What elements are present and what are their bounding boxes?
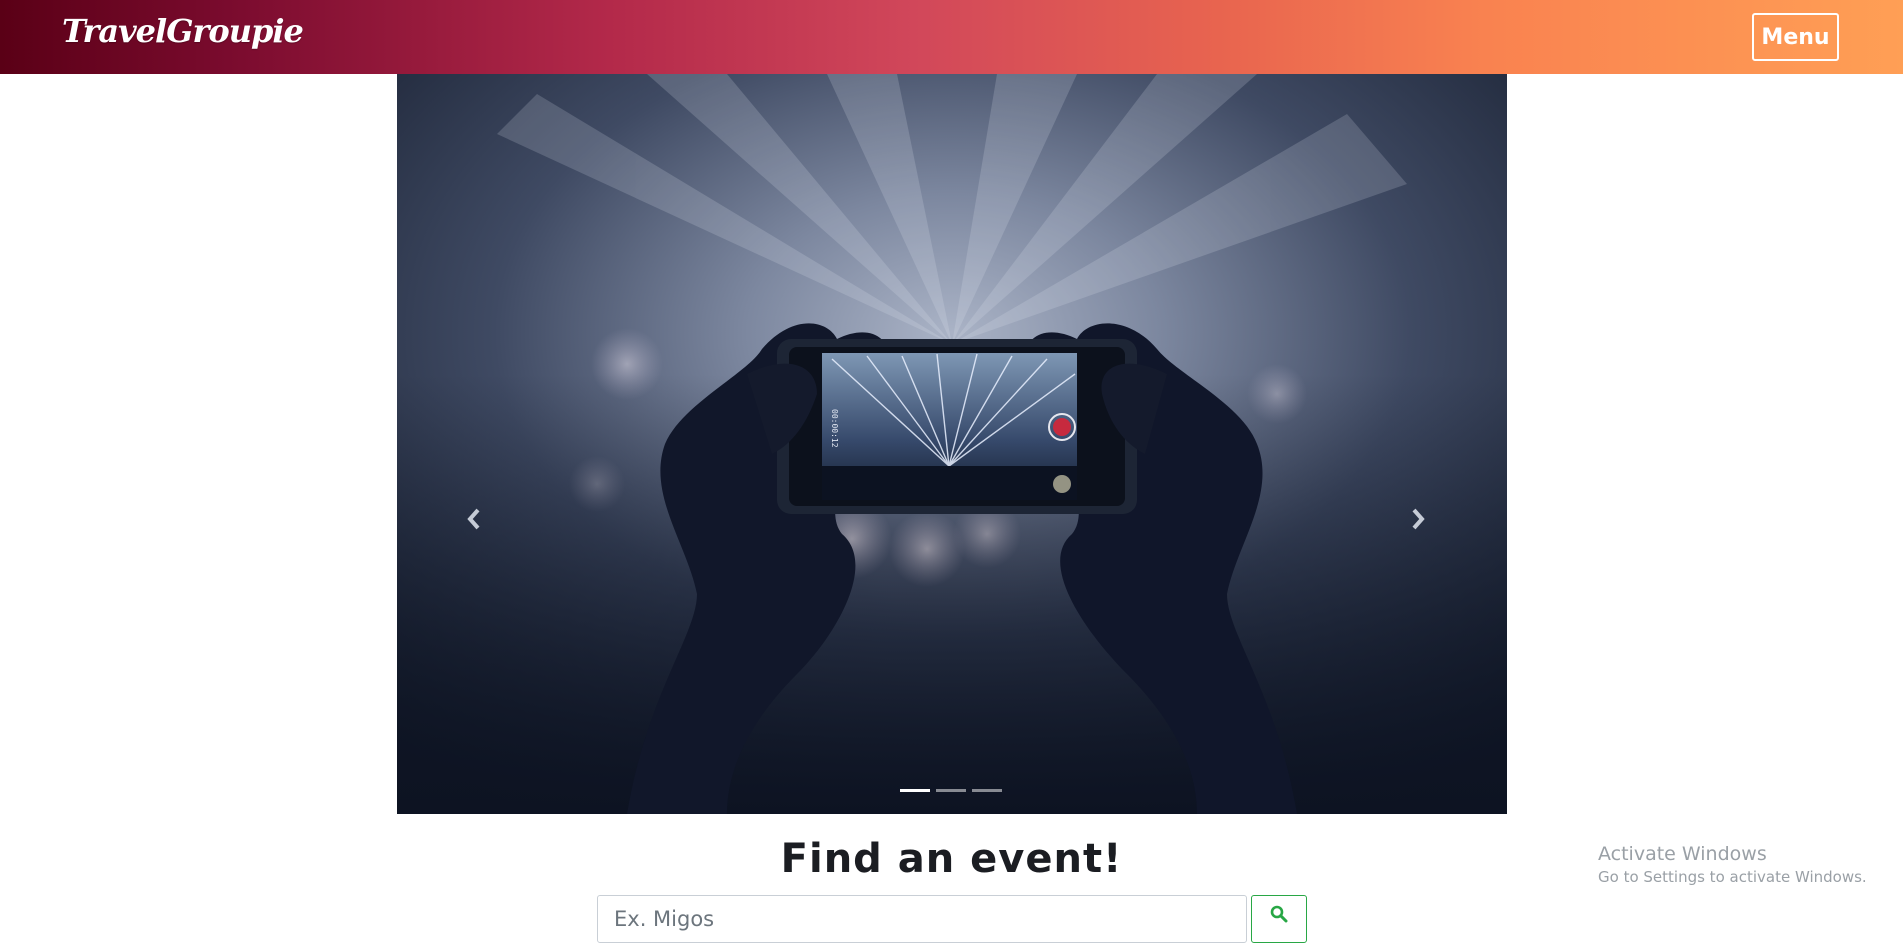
carousel-slide-image: 00:00:12 <box>397 74 1507 814</box>
chevron-right-icon <box>1412 508 1425 530</box>
carousel-indicators <box>900 785 1002 797</box>
watermark-subtitle: Go to Settings to activate Windows. <box>1598 868 1867 886</box>
event-search-input[interactable] <box>597 895 1247 943</box>
search-icon <box>1270 905 1288 923</box>
brand-logo[interactable]: TravelGroupie <box>62 12 304 50</box>
carousel-indicator-1[interactable] <box>900 789 930 792</box>
top-navbar: TravelGroupie Menu <box>0 0 1903 74</box>
menu-button[interactable]: Menu <box>1752 13 1839 61</box>
watermark-title: Activate Windows <box>1598 843 1767 865</box>
carousel-indicator-3[interactable] <box>972 789 1002 792</box>
carousel-indicator-2[interactable] <box>936 789 966 792</box>
chevron-left-icon <box>467 508 480 530</box>
search-button[interactable] <box>1251 895 1307 943</box>
carousel-prev-button[interactable] <box>454 494 494 544</box>
phone-timer-text: 00:00:12 <box>830 409 839 448</box>
carousel-next-button[interactable] <box>1398 494 1438 544</box>
hero-carousel: 00:00:12 <box>397 74 1507 814</box>
windows-activation-watermark: Activate Windows Go to Settings to activ… <box>1598 843 1867 886</box>
